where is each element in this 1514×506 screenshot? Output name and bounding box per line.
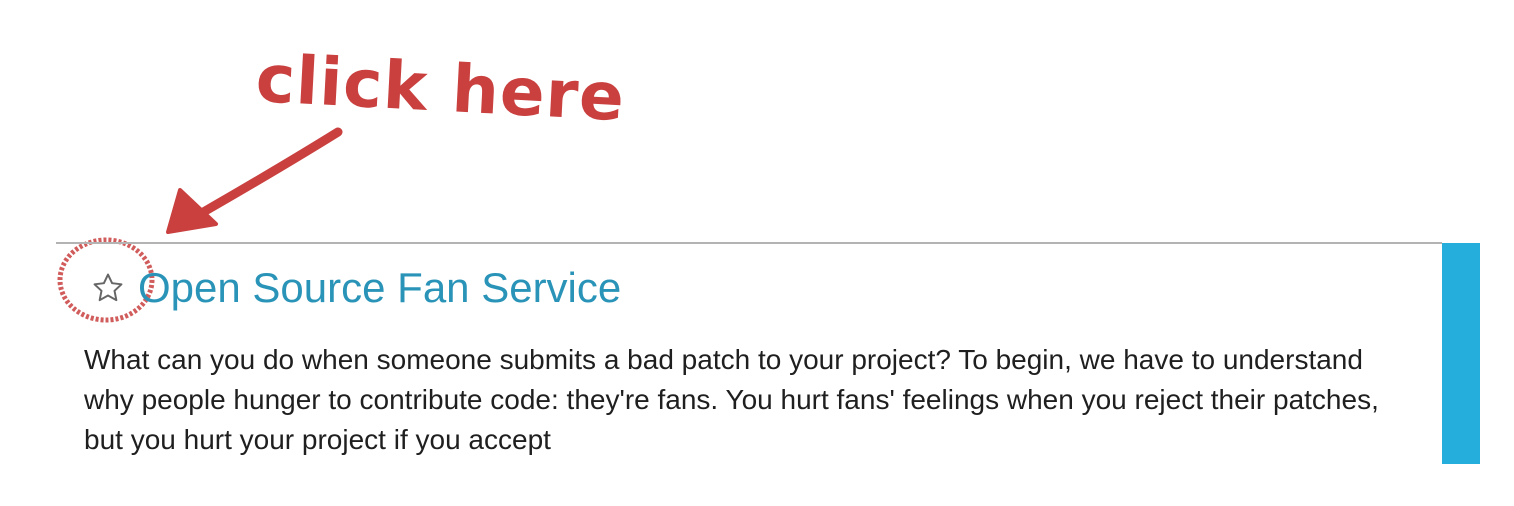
sidebar-accent-bar	[1442, 243, 1480, 464]
article-summary: What can you do when someone submits a b…	[84, 344, 1379, 455]
arrow-head	[166, 188, 218, 234]
star-icon[interactable]	[88, 266, 128, 310]
article-title-row: Open Source Fan Service	[88, 262, 621, 314]
star-outline-icon	[93, 273, 123, 302]
article-title-link[interactable]: Open Source Fan Service	[138, 262, 621, 314]
arrow-shaft	[195, 127, 343, 219]
article-card: Open Source Fan Service What can you do …	[56, 242, 1442, 466]
annotation-click-here: click here	[253, 40, 627, 137]
